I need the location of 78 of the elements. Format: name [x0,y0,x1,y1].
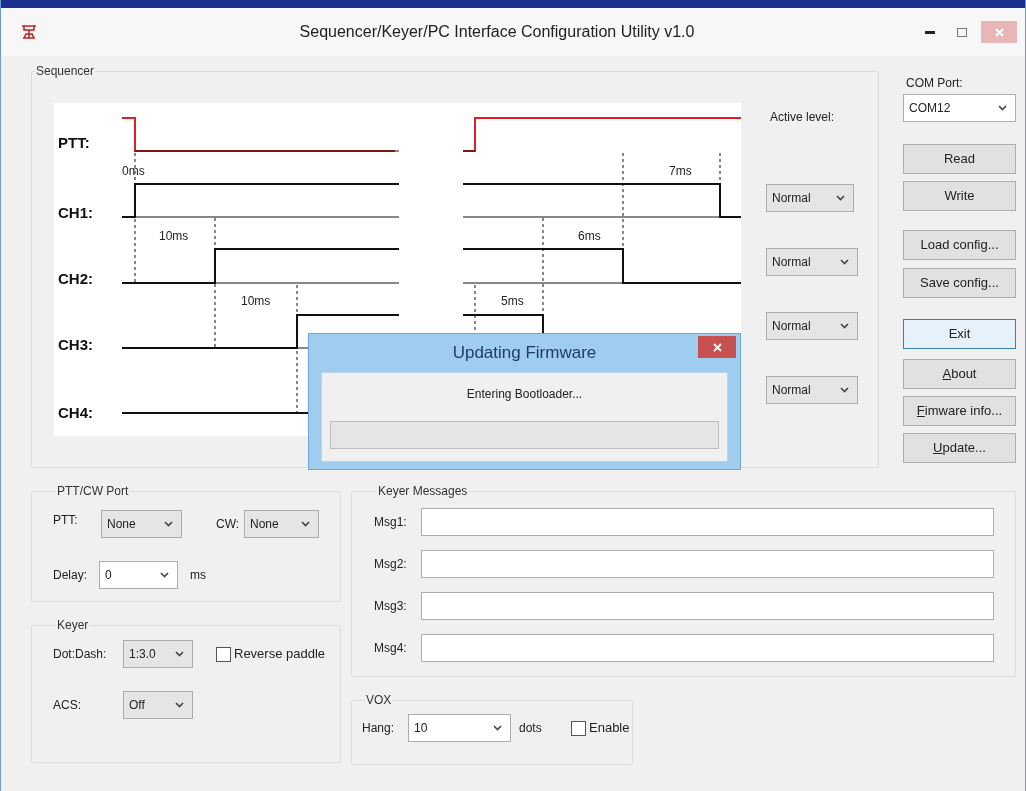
group-title: Keyer [56,617,90,634]
com-port-label: COM Port: [906,75,964,92]
timing-label: 0ms [122,164,145,178]
timing-marker-line [719,152,721,218]
dialog-title: Updating Firmware [452,342,597,365]
channel-label: CH4: [58,404,93,421]
chevron-down-icon [160,572,169,578]
timing-label: 5ms [501,294,524,308]
chevron-down-icon [840,387,849,393]
timing-label: 7ms [669,164,692,178]
message-field[interactable] [421,592,994,620]
delay-dropdown[interactable]: 0 [99,561,178,589]
app-icon [21,24,37,40]
message-label: Msg1: [374,514,408,531]
maximize-icon [957,27,967,37]
group-title: Keyer Messages [377,483,469,500]
cw-dropdown[interactable]: None [244,510,319,538]
chevron-down-icon [840,323,849,329]
dialog-message: Entering Bootloader... [466,386,583,403]
message-label: Msg2: [374,556,408,573]
acs-dropdown[interactable]: Off [123,691,193,719]
active-level-dropdown[interactable]: Normal [766,248,858,276]
channel-label: CH3: [58,336,93,353]
checkbox[interactable] [571,720,586,736]
group-title: Sequencer [35,63,96,80]
active-level-dropdown[interactable]: Normal [766,184,854,212]
hang-dropdown[interactable]: 10 [408,714,511,742]
chevron-down-icon [836,195,845,201]
acs-label: ACS: [53,697,82,714]
chevron-down-icon [840,259,849,265]
delay-unit: ms [190,567,206,584]
chevron-down-icon [175,702,184,708]
chevron-down-icon [493,725,502,731]
action-button[interactable]: Exit [903,319,1016,349]
active-level-label: Active level: [770,109,836,126]
close-icon [994,27,1004,37]
message-field[interactable] [421,550,994,578]
message-field[interactable] [421,634,994,662]
timing-label: 10ms [159,229,189,243]
message-label: Msg4: [374,640,408,657]
dialog-close-button[interactable] [698,336,736,358]
hang-unit: dots [519,720,543,737]
action-button[interactable]: Read [903,144,1016,174]
dot-dash-dropdown[interactable]: 1:3.0 [123,640,193,668]
dot-dash-label: Dot:Dash: [53,646,108,663]
channel-label: CH2: [58,270,93,287]
ptt-label: PTT: [53,512,79,529]
message-label: Msg3: [374,598,408,615]
window-title: Sequencer/Keyer/PC Interface Configuration Utility v1.0 [298,22,696,42]
group-title: VOX [365,692,393,709]
active-level-dropdown[interactable]: Normal [766,376,858,404]
hang-label: Hang: [362,720,396,737]
checkbox-label: Enable [589,719,630,738]
message-field[interactable] [421,508,994,536]
chevron-down-icon [301,521,310,527]
com-port-dropdown[interactable]: COM12 [903,94,1016,122]
chevron-down-icon [998,105,1007,111]
channel-label: PTT: [58,134,90,151]
close-icon [712,342,722,352]
ptt-dropdown[interactable]: None [101,510,182,538]
minimize-icon [925,30,935,34]
action-button[interactable]: About [903,359,1016,389]
action-button[interactable]: Save config... [903,268,1016,298]
chevron-down-icon [164,521,173,527]
channel-label: CH1: [58,204,93,221]
action-button[interactable]: Fimware info... [903,396,1016,426]
checkbox[interactable] [216,646,231,662]
timing-label: 6ms [578,229,601,243]
active-level-dropdown[interactable]: Normal [766,312,858,340]
timing-label: 10ms [241,294,271,308]
delay-label: Delay: [53,567,88,584]
action-button[interactable]: Write [903,181,1016,211]
action-button[interactable]: Update... [903,433,1016,463]
chevron-down-icon [175,651,184,657]
cw-label: CW: [216,516,241,533]
group-title: PTT/CW Port [56,483,130,500]
action-button[interactable]: Load config... [903,230,1016,260]
checkbox-label: Reverse paddle [234,645,326,664]
